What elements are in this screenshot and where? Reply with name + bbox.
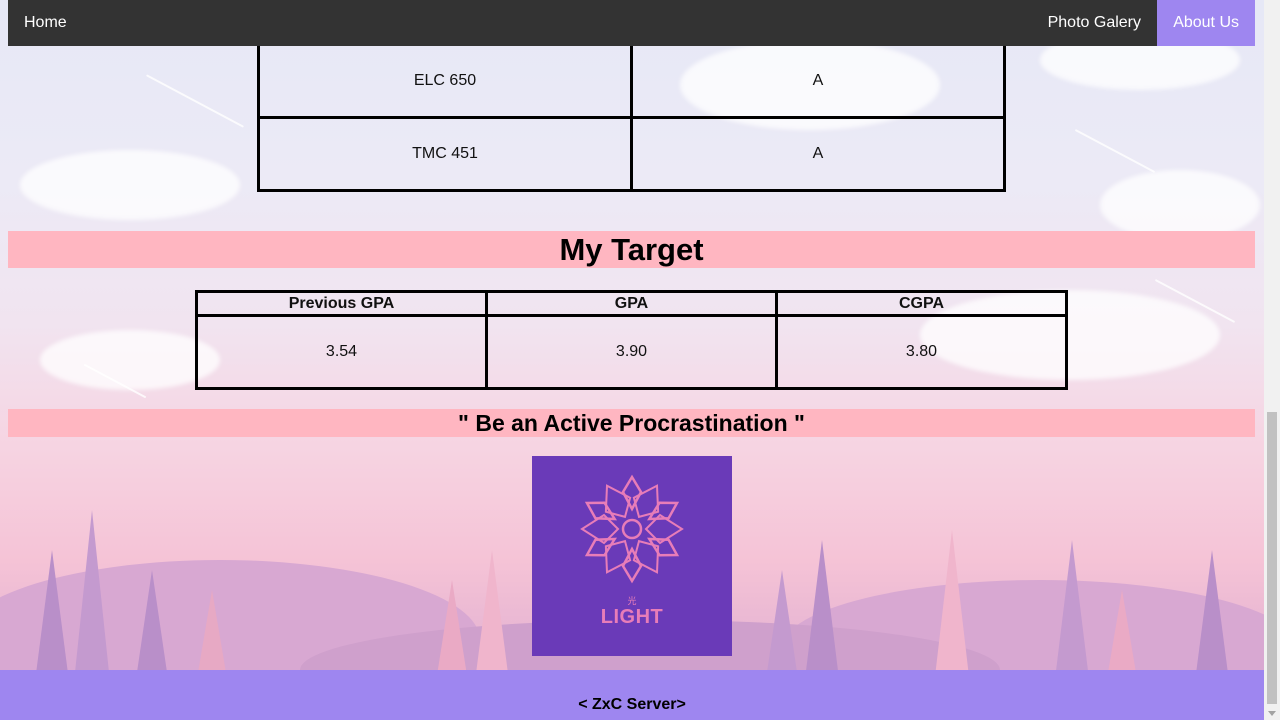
- target-heading: My Target: [8, 231, 1255, 268]
- scrollbar-thumb[interactable]: [1267, 412, 1277, 704]
- header-gpa: GPA: [485, 290, 778, 317]
- target-table: Previous GPA GPA CGPA 3.54 3.90 3.80: [195, 290, 1068, 390]
- header-cgpa: CGPA: [775, 290, 1068, 317]
- previous-gpa-value: 3.54: [195, 314, 488, 390]
- nav-photo-gallery-link[interactable]: Photo Galery: [1032, 0, 1157, 46]
- footer-text: < ZxC Server>: [578, 696, 686, 713]
- cgpa-value: 3.80: [775, 314, 1068, 390]
- table-row: TMC 451 A: [257, 116, 1006, 192]
- header-previous-gpa: Previous GPA: [195, 290, 488, 317]
- light-logo: 光 LIGHT: [532, 456, 732, 656]
- quote-banner: " Be an Active Procrastination ": [8, 409, 1255, 437]
- grade-cell: A: [630, 43, 1006, 119]
- table-row: ELC 650 A: [257, 43, 1006, 119]
- course-cell: TMC 451: [257, 116, 633, 192]
- course-cell: ELC 650: [257, 43, 633, 119]
- navbar: Home Photo Galery About Us: [8, 0, 1255, 46]
- table-header-row: Previous GPA GPA CGPA: [195, 290, 1068, 317]
- nav-home-link[interactable]: Home: [8, 0, 83, 46]
- scroll-down-arrow-icon[interactable]: [1268, 711, 1276, 716]
- grade-cell: A: [630, 116, 1006, 192]
- footer: < ZxC Server>: [0, 670, 1264, 720]
- gpa-value: 3.90: [485, 314, 778, 390]
- page-scrollbar[interactable]: [1264, 0, 1280, 720]
- nav-about-us-link[interactable]: About Us: [1157, 0, 1255, 46]
- logo-text: LIGHT: [600, 606, 664, 628]
- table-row: 3.54 3.90 3.80: [195, 314, 1068, 390]
